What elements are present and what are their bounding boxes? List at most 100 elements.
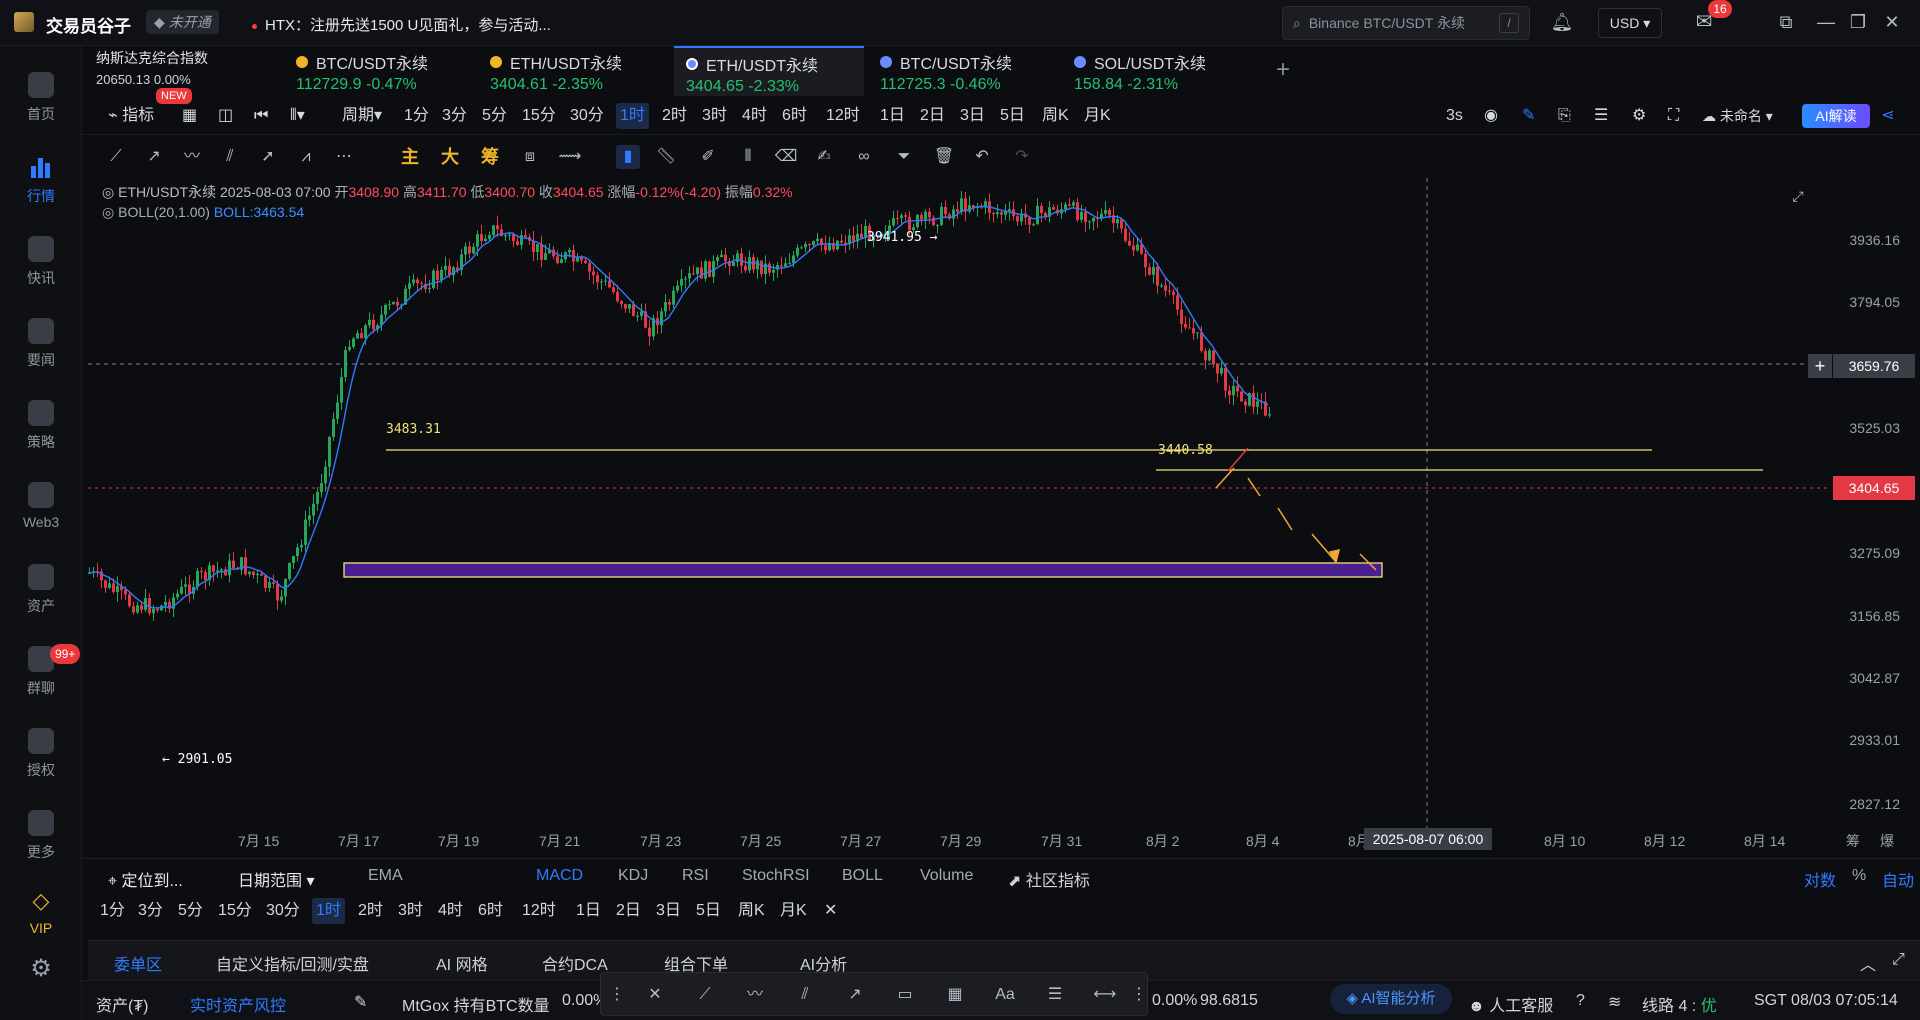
more-tools-icon[interactable]: ⋯ — [332, 145, 356, 169]
candles-icon[interactable]: ⫴ — [736, 145, 760, 169]
rectangle-icon[interactable]: ▭ — [893, 983, 917, 1007]
interval-4h[interactable]: 4时 — [738, 103, 771, 129]
levels-icon[interactable]: ☰ — [1043, 983, 1067, 1007]
range-icon[interactable]: ⟷ — [1093, 983, 1117, 1007]
interval-week[interactable]: 周K — [1038, 103, 1073, 129]
tab-orders[interactable]: 委单区 — [114, 951, 162, 975]
sub-interval-2d[interactable]: 2日 — [612, 898, 645, 924]
sidebar-item-auth[interactable]: 授权 — [0, 728, 82, 792]
add-tab-button[interactable]: + — [1276, 56, 1290, 84]
help-icon[interactable]: ? — [1576, 992, 1585, 1010]
price-chart[interactable] — [88, 178, 1828, 828]
filter-icon[interactable]: ⏷ — [892, 145, 916, 169]
interval-5m[interactable]: 5分 — [478, 103, 511, 129]
sub-interval-5d[interactable]: 5日 — [692, 898, 725, 924]
pencil-icon[interactable]: ✎ — [1518, 103, 1539, 129]
interval-3d[interactable]: 3日 — [956, 103, 989, 129]
trend-arrow-icon[interactable]: ➚ — [256, 145, 280, 169]
interval-1d[interactable]: 1日 — [876, 103, 909, 129]
support-button[interactable]: ☻ 人工客服 — [1468, 992, 1553, 1016]
add-alert-button[interactable]: + — [1808, 354, 1832, 378]
target-zone[interactable] — [343, 562, 1383, 578]
interval-6h[interactable]: 6时 — [778, 103, 811, 129]
locate-button[interactable]: ⌖ 定位到... — [108, 867, 183, 891]
sub-interval-3m[interactable]: 3分 — [134, 898, 167, 924]
gear-icon[interactable]: ⚙ — [1628, 103, 1650, 129]
ruler-icon[interactable]: 📏︎ — [654, 145, 678, 169]
trash-small-icon[interactable]: ⌫ — [774, 145, 798, 169]
sidebar-item-more[interactable]: 更多 — [0, 810, 82, 874]
tab-eth-usdt-1[interactable]: ETH/USDT永续 3404.61 -2.35% — [478, 46, 668, 96]
risk-control-link[interactable]: 实时资产风控 — [190, 992, 286, 1016]
interval-3m[interactable]: 3分 — [438, 103, 471, 129]
fullscreen-icon[interactable]: ⛶ — [1664, 103, 1683, 129]
interval-15m[interactable]: 15分 — [518, 103, 560, 129]
big-order-button[interactable]: 大 — [438, 145, 462, 169]
sidebar-toggle-icon[interactable]: ⧉ — [1774, 10, 1798, 34]
log-scale-toggle[interactable]: 对数 — [1804, 867, 1836, 891]
interval-2d[interactable]: 2日 — [916, 103, 949, 129]
magnet-icon[interactable]: ⧈ — [518, 145, 542, 169]
search-input[interactable]: ⌕ Binance BTC/USDT 永续 / — [1282, 6, 1530, 40]
community-indicator-button[interactable]: ⬈ 社区指标 — [1008, 867, 1090, 891]
sub-interval-5m[interactable]: 5分 — [174, 898, 207, 924]
tab-btc-usdt-1[interactable]: BTC/USDT永续 112729.9 -0.47% — [284, 46, 474, 96]
expand-icon[interactable]: ⤢ — [1786, 184, 1810, 208]
sub-interval-15m[interactable]: 15分 — [214, 898, 256, 924]
date-range-select[interactable]: 日期范围 ▾ — [238, 867, 315, 891]
close-icon[interactable]: ✕ — [1880, 10, 1904, 34]
link-icon[interactable]: ∞ — [852, 145, 876, 169]
close-icon[interactable]: ✕ — [820, 898, 841, 924]
measure-icon[interactable]: ⟿ — [558, 145, 582, 169]
share-icon[interactable]: ⋖ — [1876, 104, 1900, 128]
sidebar-item-flash[interactable]: 快讯 — [0, 236, 82, 300]
wave-icon[interactable]: 〰 — [743, 983, 767, 1007]
notice-ticker[interactable]: HTX：注册先送1500 U见面礼，参与活动... — [252, 14, 551, 35]
main-indicator-ema[interactable]: EMA — [368, 867, 403, 885]
interval-1m[interactable]: 1分 — [400, 103, 433, 129]
sub-interval-week[interactable]: 周K — [734, 898, 769, 924]
bookmark-icon[interactable]: ▮ — [616, 145, 640, 169]
sub-indicator-kdj[interactable]: KDJ — [618, 867, 648, 885]
interval-12h[interactable]: 12时 — [822, 103, 864, 129]
auto-scale-toggle[interactable]: 自动 — [1882, 867, 1914, 891]
arrow-line-icon[interactable]: ↗ — [843, 983, 867, 1007]
line-status[interactable]: 线路 4 : 优 — [1642, 992, 1717, 1016]
drag-handle-icon[interactable]: ⋮ — [605, 983, 629, 1007]
tab-btc-usdt-2[interactable]: BTC/USDT永续 112725.3 -0.46% — [868, 46, 1058, 96]
redo-icon[interactable]: ↷ — [1010, 145, 1034, 169]
popout-icon[interactable]: ⤢ — [1892, 951, 1905, 969]
sidebar-item-web3[interactable]: Web3 — [0, 482, 82, 546]
grid-icon[interactable]: ▦ — [943, 983, 967, 1007]
sidebar-item-vip[interactable]: ◇ VIP — [0, 888, 82, 952]
interval-2h[interactable]: 2时 — [658, 103, 691, 129]
note-icon[interactable]: ⎘ — [1554, 103, 1575, 129]
chip-button[interactable]: 筹 — [478, 145, 502, 169]
drag-handle-icon[interactable]: ⋮ — [1127, 983, 1151, 1007]
text-icon[interactable]: Aa — [993, 983, 1017, 1007]
list-icon[interactable]: ☰ — [1590, 103, 1612, 129]
sub-interval-12h[interactable]: 12时 — [518, 898, 560, 924]
channel-icon[interactable]: ⫽ — [218, 145, 242, 169]
sub-interval-1m[interactable]: 1分 — [96, 898, 129, 924]
assets-label[interactable]: 资产(₮) — [96, 992, 148, 1016]
tab-ai-grid[interactable]: AI 网格 — [436, 951, 488, 975]
liquidation-side-label[interactable]: 爆 — [1880, 831, 1894, 851]
tab-sol-usdt[interactable]: SOL/USDT永续 158.84 -2.31% — [1062, 46, 1252, 96]
percent-scale-toggle[interactable]: % — [1852, 867, 1866, 885]
rewind-icon[interactable]: ⏮ — [250, 103, 272, 129]
candle-type-icon[interactable]: ⫴▾ — [286, 103, 309, 129]
tab-custom-indicator[interactable]: 自定义指标/回测/实盘 — [216, 951, 369, 975]
sub-indicator-macd[interactable]: MACD — [536, 867, 583, 885]
line-segment-icon[interactable]: ⟋ — [104, 145, 128, 169]
sub-indicator-boll[interactable]: BOLL — [842, 867, 883, 885]
layout-icon[interactable]: ◫ — [214, 103, 237, 129]
undo-icon[interactable]: ↶ — [970, 145, 994, 169]
tab-contract-dca[interactable]: 合约DCA — [542, 951, 608, 975]
line-icon[interactable]: ⟋ — [693, 983, 717, 1007]
interval-5d[interactable]: 5日 — [996, 103, 1029, 129]
sidebar-item-news[interactable]: 要闻 — [0, 318, 82, 382]
cross-line-icon[interactable]: ✕ — [643, 983, 667, 1007]
layout-name-select[interactable]: ☁ 未命名 ▾ — [1702, 106, 1773, 126]
sub-interval-6h[interactable]: 6时 — [474, 898, 507, 924]
